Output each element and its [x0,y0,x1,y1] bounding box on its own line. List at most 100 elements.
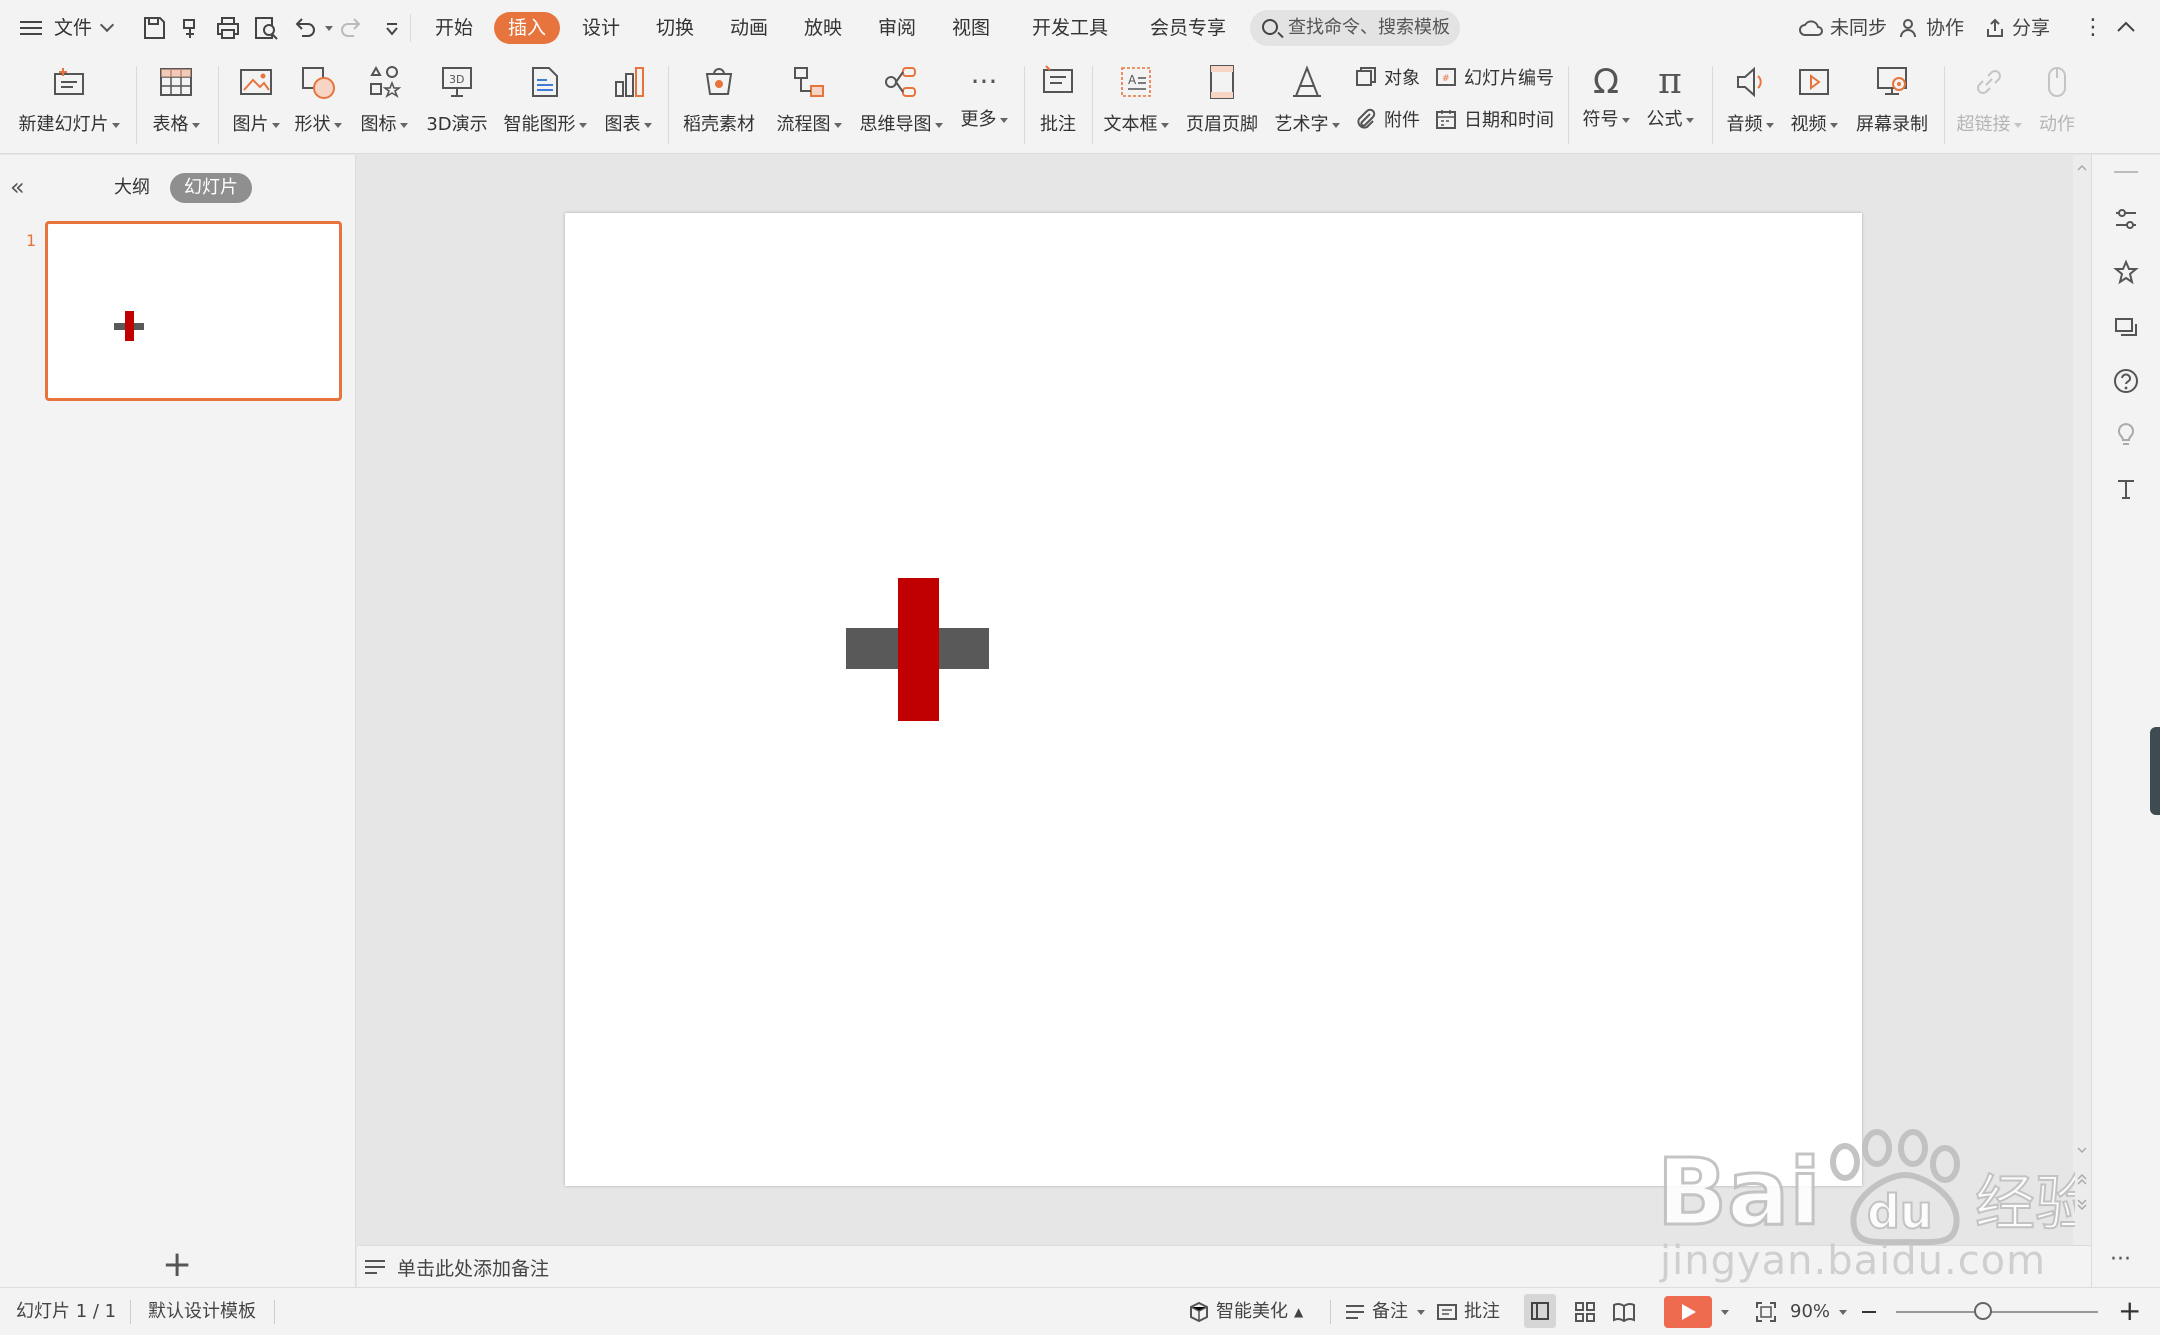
reading-view-icon[interactable] [1612,1301,1636,1323]
vertical-scrollbar[interactable] [2073,155,2091,1245]
tab-design[interactable]: 设计 [568,12,634,44]
chart-button[interactable]: 图表 [600,60,656,137]
zoom-level[interactable]: 90% [1790,1288,1847,1335]
notes-toggle[interactable]: 备注 [1344,1288,1425,1335]
command-search[interactable]: 查找命令、搜索模板 [1250,10,1460,46]
attachment-button[interactable]: 附件 [1354,106,1420,132]
print-preview-icon[interactable] [252,14,280,42]
export-icon[interactable] [178,14,206,42]
hyperlink-button[interactable]: 超链接 [1954,60,2024,137]
zoom-in-button[interactable]: + [2118,1294,2141,1328]
share-button[interactable]: 分享 [1984,0,2050,56]
collab-button[interactable]: 协作 [1898,0,1964,56]
video-button[interactable]: 视频 [1786,60,1842,137]
audio-button[interactable]: 音频 [1722,60,1778,137]
undo-icon[interactable] [290,14,318,42]
tab-slideshow[interactable]: 放映 [790,12,856,44]
icon-button[interactable]: 图标 [356,60,412,137]
3d-button[interactable]: 3D 3D演示 [422,60,492,137]
tab-animation[interactable]: 动画 [716,12,782,44]
zoom-out-button[interactable] [1862,1311,1876,1313]
tab-review[interactable]: 审阅 [864,12,930,44]
lightbulb-icon[interactable] [2112,421,2140,449]
new-slide-button[interactable]: 新建幻灯片 [14,60,124,137]
picture-button[interactable]: 图片 [228,60,284,137]
screen-record-icon [1877,67,1907,95]
flowchart-button[interactable]: 流程图 [772,60,846,137]
sync-status[interactable]: 未同步 [1798,0,1887,56]
properties-icon[interactable] [2112,205,2140,233]
comments-toggle[interactable]: 批注 [1436,1288,1500,1335]
docer-label: 稻壳素材 [683,114,755,135]
add-slide-button[interactable]: + [162,1247,192,1283]
fit-window-icon[interactable] [1754,1300,1778,1324]
mouse-icon [2048,67,2066,97]
share-label: 分享 [2012,17,2051,39]
tab-slides[interactable]: 幻灯片 [170,173,252,203]
play-dropdown-icon[interactable] [1721,1310,1729,1315]
save-icon[interactable] [140,14,168,42]
textbox-button[interactable]: A 文本框 [1102,60,1170,137]
tab-member[interactable]: 会员专享 [1136,12,1240,44]
sidebar-more-icon[interactable]: ··· [2110,1247,2131,1272]
shape-icon [302,67,335,99]
redo-icon[interactable] [338,14,366,42]
prev-slide-icon[interactable] [2076,1173,2088,1187]
object-button[interactable]: 对象 [1354,64,1420,90]
play-slideshow-button[interactable] [1664,1296,1712,1328]
datetime-button[interactable]: 日期和时间 [1434,106,1554,132]
grid-view-icon[interactable] [1574,1301,1596,1323]
shape-button[interactable]: 形状 [290,60,346,137]
collapse-panel-icon[interactable]: « [10,173,25,201]
zoom-slider-handle[interactable] [1974,1302,1992,1320]
text-tool-icon[interactable] [2112,475,2140,503]
file-menu[interactable]: 文件 [20,0,115,56]
more-button[interactable]: ··· 更多 [956,60,1012,132]
search-placeholder: 查找命令、搜索模板 [1288,17,1450,38]
tab-insert[interactable]: 插入 [494,12,561,44]
slide-thumbnail[interactable] [45,221,342,401]
help-icon[interactable] [2112,367,2140,395]
action-button[interactable]: 动作 [2032,60,2082,137]
side-drawer-handle[interactable] [2150,727,2160,815]
transition-icon[interactable] [2112,313,2140,341]
mindmap-button[interactable]: 思维导图 [856,60,946,137]
slide[interactable] [565,213,1862,1186]
zoom-slider-track[interactable] [1896,1311,2098,1313]
share-icon [1987,18,2003,37]
smart-beautify-button[interactable]: 智能美化 ▲ [1188,1288,1303,1335]
tab-developer[interactable]: 开发工具 [1018,12,1122,44]
slide-number-button[interactable]: # 幻灯片编号 [1434,64,1554,90]
symbol-button[interactable]: Ω 符号 [1578,60,1634,132]
collapse-ribbon-icon[interactable] [2114,18,2138,36]
scroll-up-icon[interactable] [2076,163,2088,173]
normal-view-button[interactable] [1524,1294,1556,1328]
tab-home[interactable]: 开始 [421,12,487,44]
table-button[interactable]: 表格 [146,60,206,137]
print-icon[interactable] [214,14,242,42]
notes-placeholder: 单击此处添加备注 [397,1258,550,1280]
tab-transition[interactable]: 切换 [642,12,708,44]
more-options-icon[interactable]: ⋮ [2082,0,2104,56]
next-slide-icon[interactable] [2076,1197,2088,1211]
cross-vertical-bar[interactable] [898,578,939,721]
template-name[interactable]: 默认设计模板 [148,1288,256,1335]
customize-icon[interactable] [378,14,406,42]
undo-dropdown-icon[interactable] [325,26,333,31]
header-footer-button[interactable]: 页眉页脚 [1184,60,1260,137]
smart-art-button[interactable]: 智能图形 [502,60,588,137]
mindmap-icon [885,67,916,97]
formula-button[interactable]: π 公式 [1642,60,1698,132]
docer-button[interactable]: 稻壳素材 [680,60,758,137]
tab-view[interactable]: 视图 [938,12,1004,44]
tab-outline[interactable]: 大纲 [100,173,164,203]
svg-text:du: du [1867,1185,1933,1239]
picture-icon [240,69,272,95]
comment-button[interactable]: 批注 [1034,60,1082,137]
textbox-label: 文本框 [1103,114,1158,135]
wordart-button[interactable]: 艺术字 [1272,60,1342,137]
animation-star-icon[interactable] [2112,259,2140,287]
scroll-down-icon[interactable] [2076,1145,2088,1155]
screen-record-button[interactable]: 屏幕录制 [1852,60,1932,137]
icons-gallery-icon [370,65,402,98]
